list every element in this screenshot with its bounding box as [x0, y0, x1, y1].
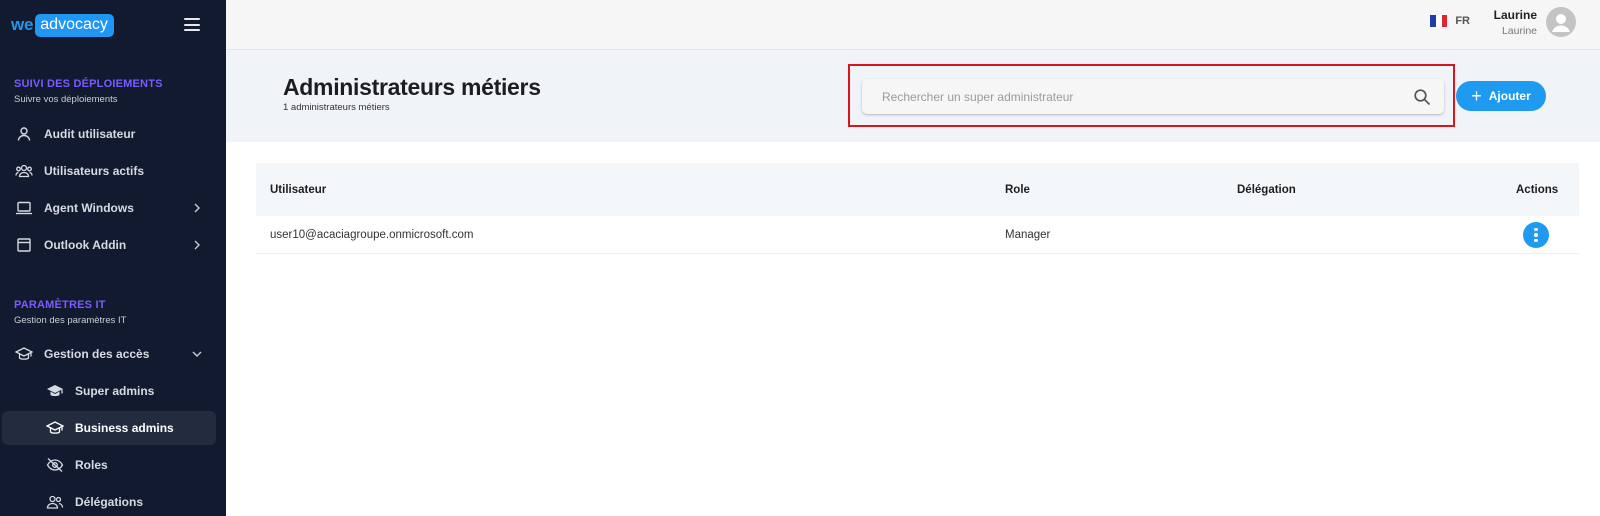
avatar[interactable]	[1546, 7, 1576, 37]
row-actions-button[interactable]	[1523, 222, 1549, 248]
people-icon	[45, 492, 65, 512]
user-subtitle: Laurine	[1501, 24, 1537, 37]
eye-off-icon	[45, 455, 65, 475]
column-header-role[interactable]: Role	[1005, 184, 1030, 196]
admins-table: Utilisateur Role Délégation Actions user…	[256, 163, 1579, 254]
sidebar-item-label: Super admins	[75, 384, 155, 398]
sidebar-item-delegations[interactable]: Délégations	[2, 485, 216, 516]
column-header-utilisateur[interactable]: Utilisateur	[270, 184, 326, 196]
french-flag-icon	[1430, 15, 1448, 27]
window-icon	[14, 235, 34, 255]
sidebar-item-gestion-des-acces[interactable]: Gestion des accès	[2, 337, 216, 371]
sidebar-item-business-admins[interactable]: Business admins	[2, 411, 216, 445]
chevron-right-icon	[194, 203, 200, 213]
section-subtitle-it-settings: Gestion des paramètres IT	[14, 315, 127, 326]
user-name: Laurine	[1493, 7, 1537, 22]
column-header-actions: Actions	[1516, 183, 1559, 196]
sidebar-item-label: Utilisateurs actifs	[44, 164, 145, 178]
plus-icon: +	[1471, 86, 1482, 106]
chevron-down-icon	[192, 351, 202, 357]
search-box[interactable]	[862, 79, 1444, 114]
graduation-cap-icon	[45, 418, 65, 438]
sidebar-item-audit-utilisateur[interactable]: Audit utilisateur	[2, 117, 216, 151]
cell-role: Manager	[1005, 229, 1051, 241]
user-names: Laurine Laurine	[1494, 8, 1537, 37]
graduation-cap-solid-icon	[45, 381, 65, 401]
menu-toggle-icon[interactable]	[184, 18, 200, 31]
brand-we: we	[11, 15, 34, 34]
search-icon[interactable]	[1413, 88, 1431, 106]
page-count: 1 administrateurs métiers	[283, 102, 390, 113]
section-title-deployments: SUIVI DES DÉPLOIEMENTS	[14, 78, 163, 90]
table-header: Utilisateur Role Délégation Actions	[256, 163, 1579, 216]
language-label: FR	[1455, 15, 1470, 27]
sidebar-item-label: Agent Windows	[44, 201, 134, 215]
brand-advocacy: advocacy	[35, 13, 114, 37]
cell-user: user10@acaciagroupe.onmicrosoft.com	[270, 229, 474, 241]
sidebar: we advocacy SUIVI DES DÉPLOIEMENTS Suivr…	[0, 0, 226, 516]
section-subtitle-deployments: Suivre vos déploiements	[14, 94, 118, 105]
top-bar: FR Laurine Laurine	[226, 0, 1600, 50]
add-button[interactable]: + Ajouter	[1456, 81, 1546, 111]
sidebar-item-roles[interactable]: Roles	[2, 448, 216, 482]
sidebar-item-agent-windows[interactable]: Agent Windows	[2, 191, 216, 225]
add-button-label: Ajouter	[1488, 89, 1531, 103]
person-icon	[1552, 14, 1570, 32]
graduation-cap-icon	[14, 344, 34, 364]
laptop-icon	[14, 198, 34, 218]
language-selector[interactable]: FR	[1430, 15, 1470, 27]
users-group-icon	[14, 161, 34, 181]
sidebar-item-label: Roles	[75, 458, 108, 472]
table-row[interactable]: user10@acaciagroupe.onmicrosoft.com Mana…	[256, 216, 1579, 254]
section-title-it-settings: PARAMÈTRES IT	[14, 299, 106, 311]
sidebar-item-label: Business admins	[75, 421, 174, 435]
sidebar-item-super-admins[interactable]: Super admins	[2, 374, 216, 408]
chevron-right-icon	[194, 240, 200, 250]
user-menu[interactable]: Laurine Laurine	[1494, 7, 1576, 37]
sidebar-item-label: Outlook Addin	[44, 238, 127, 252]
page-header: Administrateurs métiers 1 administrateur…	[226, 50, 1600, 142]
brand-logo[interactable]: we advocacy	[11, 12, 114, 38]
sidebar-item-label: Gestion des accès	[44, 347, 150, 361]
user-icon	[14, 124, 34, 144]
page-title: Administrateurs métiers	[283, 74, 541, 100]
column-header-delegation[interactable]: Délégation	[1237, 184, 1296, 196]
more-vertical-icon	[1534, 227, 1538, 232]
sidebar-item-outlook-addin[interactable]: Outlook Addin	[2, 228, 216, 262]
sidebar-item-label: Audit utilisateur	[44, 127, 136, 141]
sidebar-item-utilisateurs-actifs[interactable]: Utilisateurs actifs	[2, 154, 216, 188]
search-input[interactable]	[862, 79, 1413, 114]
sidebar-item-label: Délégations	[75, 495, 144, 509]
